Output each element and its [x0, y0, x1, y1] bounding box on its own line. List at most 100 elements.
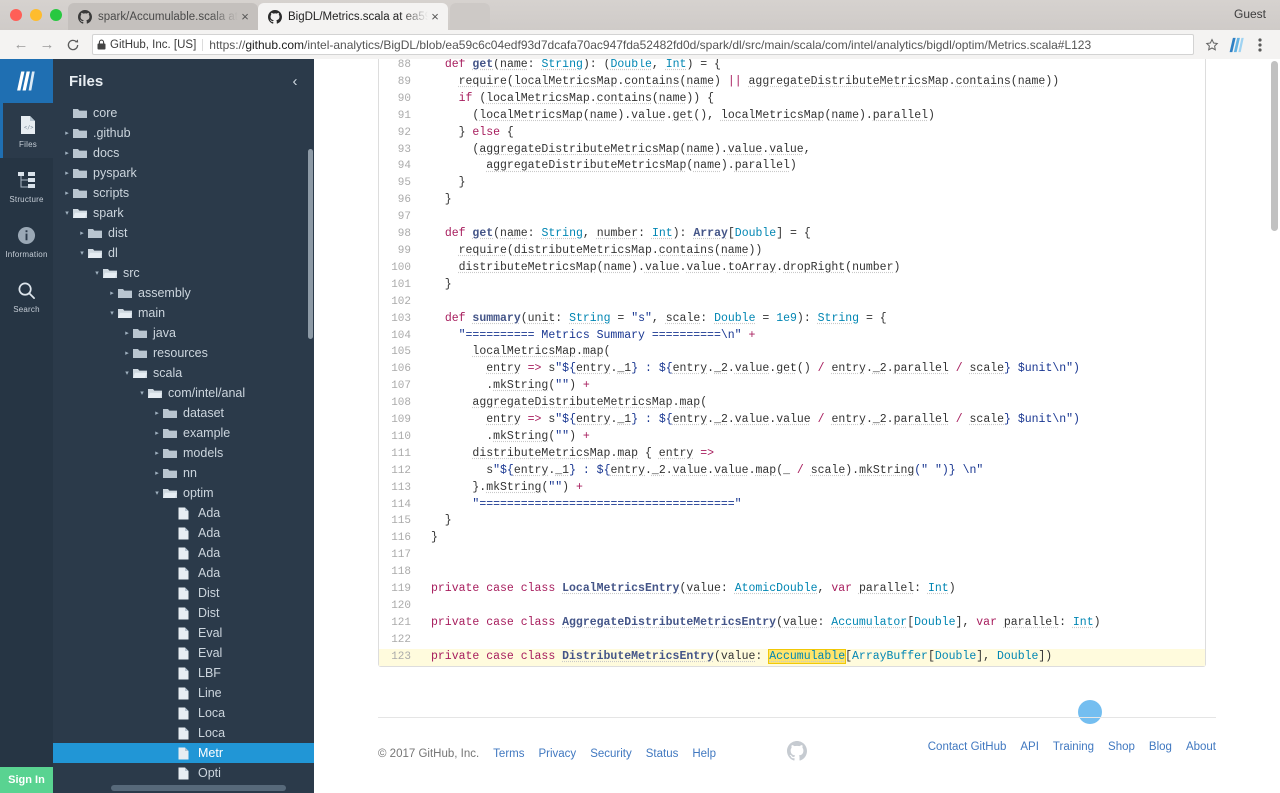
extension-logo-icon[interactable] — [1224, 34, 1248, 56]
footer-link-shop[interactable]: Shop — [1108, 741, 1135, 753]
tree-file-item[interactable]: Dist — [53, 603, 314, 623]
tree-folder-item[interactable]: ▸ pyspark — [53, 163, 314, 183]
line-content[interactable]: } — [421, 530, 1205, 547]
line-number[interactable]: 121 — [379, 614, 421, 632]
line-number[interactable]: 106 — [379, 361, 421, 379]
footer-link-blog[interactable]: Blog — [1149, 741, 1172, 753]
line-number[interactable]: 93 — [379, 141, 421, 159]
line-content[interactable]: require(distributeMetricsMap.contains(na… — [421, 243, 1205, 260]
tree-file-item[interactable]: LBF — [53, 663, 314, 683]
chevron-down-icon[interactable]: ▾ — [136, 389, 148, 397]
tree-file-item[interactable]: Loca — [53, 703, 314, 723]
close-icon[interactable]: × — [428, 10, 442, 24]
line-number[interactable]: 123 — [379, 648, 421, 666]
github-mark-icon[interactable] — [787, 741, 807, 764]
line-number[interactable]: 101 — [379, 276, 421, 294]
line-content[interactable]: require(localMetricsMap.contains(name) |… — [421, 74, 1205, 91]
chevron-right-icon[interactable]: ▸ — [121, 329, 133, 337]
line-content[interactable]: .mkString("") + — [421, 378, 1205, 395]
url-text[interactable]: https://github.com/intel-analytics/BigDL… — [209, 38, 1091, 52]
tree-file-item[interactable]: Line — [53, 683, 314, 703]
line-content[interactable]: (localMetricsMap(name).value.get(), loca… — [421, 108, 1205, 125]
chevron-right-icon[interactable]: ▸ — [151, 429, 163, 437]
browser-tab-2[interactable]: BigDL/Metrics.scala at ea59c × — [258, 3, 448, 30]
line-content[interactable]: "========== Metrics Summary ==========\n… — [421, 328, 1205, 345]
tree-horizontal-scrollbar[interactable] — [111, 785, 286, 791]
bookmark-star-icon[interactable] — [1200, 34, 1224, 56]
line-content[interactable]: def summary(unit: String = "s", scale: D… — [421, 311, 1205, 328]
chevron-right-icon[interactable]: ▸ — [151, 469, 163, 477]
sidebar-item-search[interactable]: Search — [0, 268, 53, 323]
line-number[interactable]: 102 — [379, 293, 421, 311]
footer-link-help[interactable]: Help — [692, 748, 716, 760]
tree-folder-item[interactable]: ▾ com/intel/anal — [53, 383, 314, 403]
collapse-panel-icon[interactable]: ‹ — [286, 73, 304, 90]
line-content[interactable]: } — [421, 513, 1205, 530]
line-number[interactable]: 99 — [379, 242, 421, 260]
tree-file-item[interactable]: Metr — [53, 743, 314, 763]
tree-folder-item[interactable]: ▾ main — [53, 303, 314, 323]
tree-file-item[interactable]: Ada — [53, 503, 314, 523]
line-number[interactable]: 114 — [379, 496, 421, 514]
tree-folder-item[interactable]: ▸ scripts — [53, 183, 314, 203]
tree-folder-item[interactable]: ▸ assembly — [53, 283, 314, 303]
maximize-window-button[interactable] — [50, 9, 62, 21]
line-content[interactable]: } else { — [421, 125, 1205, 142]
line-number[interactable]: 94 — [379, 158, 421, 176]
line-number[interactable]: 97 — [379, 209, 421, 227]
line-content[interactable]: distributeMetricsMap.map { entry => — [421, 446, 1205, 463]
line-content[interactable]: }.mkString("") + — [421, 480, 1205, 497]
tree-folder-item[interactable]: core — [53, 103, 314, 123]
tree-folder-item[interactable]: ▾ src — [53, 263, 314, 283]
line-content[interactable]: def get(name: String, number: Int): Arra… — [421, 226, 1205, 243]
tree-file-item[interactable]: Eval — [53, 623, 314, 643]
line-number[interactable]: 91 — [379, 107, 421, 125]
chevron-right-icon[interactable]: ▸ — [61, 129, 73, 137]
footer-link-training[interactable]: Training — [1053, 741, 1094, 753]
chevron-down-icon[interactable]: ▾ — [61, 209, 73, 217]
line-number[interactable]: 108 — [379, 395, 421, 413]
chevron-right-icon[interactable]: ▸ — [76, 229, 88, 237]
forward-button[interactable]: → — [34, 34, 60, 56]
line-number[interactable]: 116 — [379, 530, 421, 548]
line-content[interactable]: private case class AggregateDistributeMe… — [421, 615, 1205, 632]
line-content[interactable] — [421, 632, 1205, 649]
tree-file-item[interactable]: Dist — [53, 583, 314, 603]
line-number[interactable]: 107 — [379, 378, 421, 396]
chevron-down-icon[interactable]: ▾ — [91, 269, 103, 277]
sidebar-item-structure[interactable]: Structure — [0, 158, 53, 213]
tree-folder-item[interactable]: ▸ example — [53, 423, 314, 443]
chevron-right-icon[interactable]: ▸ — [61, 149, 73, 157]
footer-link-api[interactable]: API — [1020, 741, 1039, 753]
close-icon[interactable]: × — [238, 10, 252, 24]
chevron-right-icon[interactable]: ▸ — [151, 449, 163, 457]
line-content[interactable]: private case class LocalMetricsEntry(val… — [421, 581, 1205, 598]
tree-folder-item[interactable]: ▸ resources — [53, 343, 314, 363]
footer-link-privacy[interactable]: Privacy — [538, 748, 576, 760]
tree-file-item[interactable]: Opti — [53, 763, 314, 783]
tree-folder-item[interactable]: ▸ dataset — [53, 403, 314, 423]
sign-in-button[interactable]: Sign In — [0, 767, 53, 793]
tree-file-item[interactable]: Ada — [53, 563, 314, 583]
tree-file-item[interactable]: Ada — [53, 523, 314, 543]
line-number[interactable]: 100 — [379, 259, 421, 277]
line-number[interactable]: 113 — [379, 479, 421, 497]
line-content[interactable]: s"${entry._1} : ${entry._2.value.value.m… — [421, 463, 1205, 480]
footer-link-about[interactable]: About — [1186, 741, 1216, 753]
tree-folder-item[interactable]: ▾ spark — [53, 203, 314, 223]
reload-button[interactable] — [60, 34, 86, 56]
line-content[interactable] — [421, 547, 1205, 564]
line-content[interactable] — [421, 598, 1205, 615]
line-number[interactable]: 105 — [379, 344, 421, 362]
line-content[interactable] — [421, 564, 1205, 581]
line-content[interactable]: "=====================================" — [421, 497, 1205, 514]
line-content[interactable]: localMetricsMap.map( — [421, 344, 1205, 361]
minimize-window-button[interactable] — [30, 9, 42, 21]
footer-link-security[interactable]: Security — [590, 748, 632, 760]
chevron-right-icon[interactable]: ▸ — [121, 349, 133, 357]
close-window-button[interactable] — [10, 9, 22, 21]
tree-folder-item[interactable]: ▸ docs — [53, 143, 314, 163]
site-identity[interactable]: GitHub, Inc. [US] — [97, 38, 204, 51]
guest-profile-label[interactable]: Guest — [1234, 7, 1266, 21]
line-number[interactable]: 115 — [379, 513, 421, 531]
